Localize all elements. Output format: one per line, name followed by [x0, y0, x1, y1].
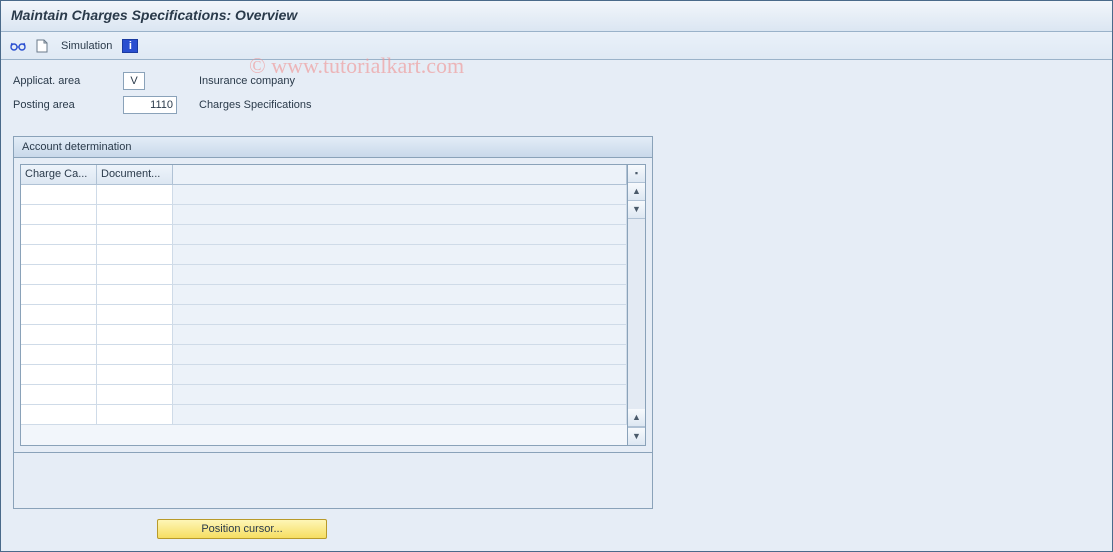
cell[interactable] — [97, 245, 173, 264]
account-determination-panel: Account determination Charge Ca... Docum… — [13, 136, 653, 509]
posting-area-input[interactable] — [123, 96, 177, 114]
scroll-down-bottom-button[interactable]: ▼ — [628, 427, 645, 445]
cell-filler — [173, 365, 627, 384]
square-icon: ▪ — [635, 169, 638, 178]
simulation-button[interactable]: Simulation — [57, 40, 116, 52]
table-row[interactable] — [21, 405, 627, 425]
table-row[interactable] — [21, 225, 627, 245]
table-row[interactable] — [21, 385, 627, 405]
cell-filler — [173, 225, 627, 244]
applicat-area-desc: Insurance company — [199, 75, 295, 87]
cell-filler — [173, 245, 627, 264]
table-row[interactable] — [21, 345, 627, 365]
scroll-track[interactable] — [628, 219, 645, 409]
cell-filler — [173, 205, 627, 224]
position-cursor-wrap: Position cursor... — [157, 519, 1112, 539]
posting-area-desc: Charges Specifications — [199, 99, 312, 111]
applicat-area-input[interactable] — [123, 72, 145, 90]
scroll-down-button[interactable]: ▼ — [628, 201, 645, 219]
vertical-scrollbar[interactable]: ▪ ▲ ▼ ▲ ▼ — [628, 164, 646, 446]
grid-rows — [21, 185, 627, 445]
cell[interactable] — [97, 405, 173, 424]
grid-header: Charge Ca... Document... — [21, 165, 627, 185]
cell[interactable] — [21, 405, 97, 424]
panel-body: Charge Ca... Document... ▪ ▲ ▼ ▲ ▼ — [13, 157, 653, 453]
table-row[interactable] — [21, 185, 627, 205]
cell[interactable] — [97, 365, 173, 384]
cell-filler — [173, 305, 627, 324]
cell-filler — [173, 185, 627, 204]
chevron-up-icon: ▲ — [632, 187, 641, 196]
scroll-up-bottom-button[interactable]: ▲ — [628, 409, 645, 427]
title-bar: Maintain Charges Specifications: Overvie… — [1, 1, 1112, 32]
cell-filler — [173, 325, 627, 344]
cell[interactable] — [21, 285, 97, 304]
cell[interactable] — [97, 265, 173, 284]
cell[interactable] — [21, 265, 97, 284]
toolbar: Simulation i — [1, 32, 1112, 60]
grid: Charge Ca... Document... — [20, 164, 628, 446]
panel-footer-gap — [13, 453, 653, 509]
chevron-up-icon: ▲ — [632, 413, 641, 422]
chevron-down-icon: ▼ — [632, 432, 641, 441]
page-title: Maintain Charges Specifications: Overvie… — [11, 7, 1102, 23]
cell-filler — [173, 345, 627, 364]
col-document[interactable]: Document... — [97, 165, 173, 184]
cell[interactable] — [21, 185, 97, 204]
table-row[interactable] — [21, 205, 627, 225]
cell[interactable] — [21, 305, 97, 324]
cell[interactable] — [21, 225, 97, 244]
chevron-down-icon: ▼ — [632, 205, 641, 214]
cell[interactable] — [97, 305, 173, 324]
position-cursor-button[interactable]: Position cursor... — [157, 519, 327, 539]
header-fields: Applicat. area Insurance company Posting… — [1, 60, 1112, 122]
table-row[interactable] — [21, 265, 627, 285]
cell[interactable] — [97, 325, 173, 344]
cell-filler — [173, 385, 627, 404]
cell-filler — [173, 265, 627, 284]
table-row[interactable] — [21, 245, 627, 265]
applicat-area-label: Applicat. area — [13, 75, 123, 87]
grid-header-filler — [173, 165, 627, 184]
info-icon[interactable]: i — [122, 39, 138, 53]
field-row-posting-area: Posting area Charges Specifications — [13, 94, 1100, 116]
scroll-top-button[interactable]: ▪ — [628, 165, 645, 183]
posting-area-label: Posting area — [13, 99, 123, 111]
table-row[interactable] — [21, 365, 627, 385]
cell-filler — [173, 405, 627, 424]
cell[interactable] — [97, 345, 173, 364]
cell[interactable] — [97, 285, 173, 304]
cell[interactable] — [21, 385, 97, 404]
col-charge-category[interactable]: Charge Ca... — [21, 165, 97, 184]
cell[interactable] — [97, 225, 173, 244]
cell[interactable] — [97, 185, 173, 204]
glasses-icon[interactable] — [9, 37, 27, 55]
cell[interactable] — [97, 205, 173, 224]
cell[interactable] — [21, 205, 97, 224]
table-row[interactable] — [21, 305, 627, 325]
new-page-icon[interactable] — [33, 37, 51, 55]
cell[interactable] — [21, 245, 97, 264]
cell[interactable] — [21, 365, 97, 384]
cell[interactable] — [97, 385, 173, 404]
cell[interactable] — [21, 345, 97, 364]
panel-title: Account determination — [13, 136, 653, 157]
cell[interactable] — [21, 325, 97, 344]
table-row[interactable] — [21, 285, 627, 305]
table-row[interactable] — [21, 325, 627, 345]
field-row-applicat-area: Applicat. area Insurance company — [13, 70, 1100, 92]
cell-filler — [173, 285, 627, 304]
scroll-up-button[interactable]: ▲ — [628, 183, 645, 201]
